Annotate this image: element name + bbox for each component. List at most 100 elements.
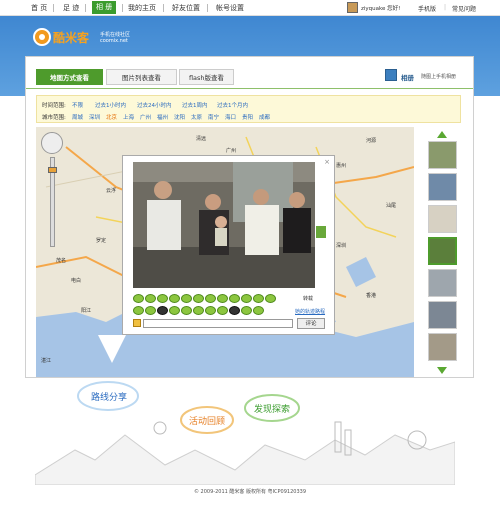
map-city-label: 惠州 — [336, 163, 347, 169]
emoji-icon[interactable] — [205, 306, 216, 315]
emoji-icon[interactable] — [217, 294, 228, 303]
map-city-label: 电白 — [71, 278, 82, 284]
map-city-label: 香港 — [366, 293, 377, 299]
brand-tagline: 手机在线社区 — [100, 32, 131, 38]
comment-button[interactable]: 评论 — [297, 318, 325, 329]
thumb-up-arrow-icon[interactable] — [437, 131, 447, 138]
album-label[interactable]: 相册 — [401, 72, 414, 82]
emoji-icon[interactable] — [253, 294, 264, 303]
photo-popup: × 转载 她的轨迹路程 评论 — [122, 155, 335, 335]
thumbnail-strip — [423, 127, 463, 377]
emoji-icon[interactable] — [241, 306, 252, 315]
map-city-label: 深圳 — [336, 243, 347, 249]
map-city-label: 广州 — [226, 148, 237, 154]
emoji-icon[interactable] — [169, 294, 180, 303]
city-option[interactable]: 周城 — [72, 113, 83, 121]
tab-map-view[interactable]: 地图方式查看 — [36, 69, 103, 85]
avatar[interactable] — [347, 2, 358, 13]
time-option[interactable]: 过去24小时内 — [137, 101, 172, 109]
city-option[interactable]: 成都 — [259, 113, 270, 121]
city-option[interactable]: 沈阳 — [174, 113, 185, 121]
map-city-label: 湛江 — [41, 358, 52, 364]
brand-name[interactable]: 酷米客 — [53, 29, 89, 46]
emoji-icon[interactable] — [181, 306, 192, 315]
emoji-icon[interactable] — [145, 306, 156, 315]
logo-icon[interactable] — [33, 28, 51, 46]
next-photo-icon[interactable] — [316, 226, 326, 238]
emoji-icon[interactable] — [193, 306, 204, 315]
city-option[interactable]: 上海 — [123, 113, 134, 121]
zoom-slider-knob[interactable] — [48, 167, 57, 173]
photo-thumbnail[interactable] — [428, 173, 457, 201]
city-option[interactable]: 南宁 — [208, 113, 219, 121]
nav-divider — [53, 4, 54, 12]
emoji-icon[interactable] — [253, 306, 264, 315]
city-option[interactable]: 贵阳 — [242, 113, 253, 121]
nav-divider — [85, 4, 86, 12]
trip-link[interactable]: 她的轨迹路程 — [295, 308, 325, 315]
mobile-version-link[interactable]: 手机版 — [418, 4, 436, 13]
emoji-icon[interactable] — [133, 294, 144, 303]
feature-route-share: 路线分享 — [83, 390, 135, 403]
album-icon[interactable] — [385, 69, 397, 81]
city-option[interactable]: 海口 — [225, 113, 236, 121]
time-option[interactable]: 过去1小时内 — [95, 101, 126, 109]
map-city-label: 清远 — [196, 136, 207, 142]
time-option[interactable]: 过去1周内 — [182, 101, 208, 109]
emoji-icon[interactable] — [265, 294, 276, 303]
nav-my-home[interactable]: 我的主页 — [128, 3, 156, 13]
popup-pointer — [98, 335, 126, 363]
feature-illustration: 路线分享 活动回顾 发现探索 — [35, 380, 455, 485]
map-city-label: 河源 — [366, 138, 377, 144]
brand-url: coomix.net — [100, 38, 128, 44]
nav-album[interactable]: 相 册 — [92, 1, 117, 14]
nav-divider — [163, 4, 164, 12]
faq-link[interactable]: 常见问题 — [452, 4, 476, 13]
close-icon[interactable]: × — [324, 158, 330, 166]
photo-thumbnail[interactable] — [428, 269, 457, 297]
tab-list-view[interactable]: 图片列表查看 — [106, 69, 177, 85]
city-option[interactable]: 太原 — [191, 113, 202, 121]
emoji-icon[interactable] — [217, 306, 228, 315]
photo-thumbnail[interactable] — [428, 205, 457, 233]
feature-activity-review: 活动回顾 — [185, 414, 229, 427]
emoji-icon[interactable] — [193, 294, 204, 303]
nav-account-settings[interactable]: 帐号设置 — [216, 3, 244, 13]
comment-input[interactable] — [143, 319, 293, 328]
city-range-label: 城市范围: — [42, 115, 66, 121]
nav-divider — [207, 4, 208, 12]
username[interactable]: ziyquake 您好! — [361, 4, 400, 12]
emoji-icon[interactable] — [169, 306, 180, 315]
emoji-icon[interactable] — [229, 306, 240, 315]
repost-button[interactable]: 转载 — [303, 295, 313, 302]
map-pan-control-icon[interactable] — [41, 132, 63, 154]
footer-copyright: © 2009-2011 酷米客 版权所有 粤ICP09120339 — [193, 489, 307, 495]
emoji-icon[interactable] — [157, 306, 168, 315]
emoji-icon[interactable] — [241, 294, 252, 303]
nav-divider — [122, 4, 123, 12]
emoji-icon[interactable] — [205, 294, 216, 303]
city-option-selected[interactable]: 北京 — [106, 113, 117, 121]
emoji-icon[interactable] — [133, 306, 144, 315]
thumb-down-arrow-icon[interactable] — [437, 367, 447, 374]
emoji-icon[interactable] — [145, 294, 156, 303]
city-option[interactable]: 深圳 — [89, 113, 100, 121]
photo-thumbnail-selected[interactable] — [428, 237, 457, 265]
nav-footprint[interactable]: 足 迹 — [63, 3, 79, 13]
photo-image[interactable] — [133, 162, 315, 288]
emoji-row — [133, 294, 276, 303]
photo-thumbnail[interactable] — [428, 333, 457, 361]
time-option[interactable]: 过去1个月内 — [217, 101, 248, 109]
city-option[interactable]: 福州 — [157, 113, 168, 121]
photo-thumbnail[interactable] — [428, 141, 457, 169]
photo-thumbnail[interactable] — [428, 301, 457, 329]
emoji-icon[interactable] — [229, 294, 240, 303]
nav-friend-location[interactable]: 好友位置 — [172, 3, 200, 13]
time-option[interactable]: 不限 — [72, 101, 83, 109]
emoji-picker-icon[interactable] — [133, 319, 141, 327]
city-option[interactable]: 广州 — [140, 113, 151, 121]
nav-home[interactable]: 首 页 — [31, 3, 47, 13]
tab-flash-view[interactable]: flash版查看 — [179, 69, 234, 85]
emoji-icon[interactable] — [157, 294, 168, 303]
emoji-icon[interactable] — [181, 294, 192, 303]
